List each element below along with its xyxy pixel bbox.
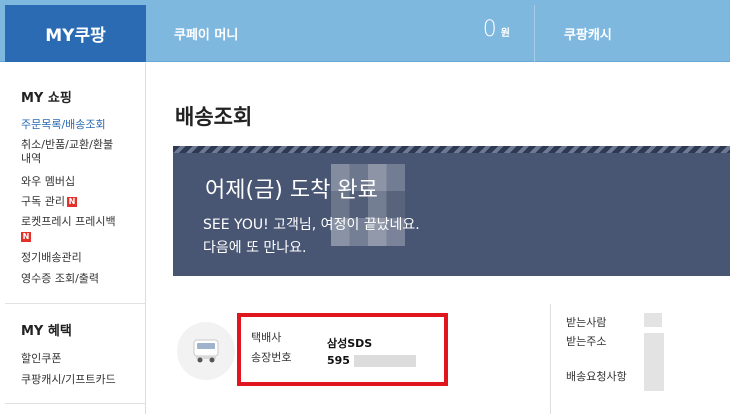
new-badge: N <box>21 232 31 242</box>
address-label: 받는주소 <box>566 335 607 348</box>
sidebar-item-wow-membership[interactable]: 와우 멤버십 <box>5 175 75 189</box>
sidebar-item-freshbag[interactable]: 로켓프레시 프레시백 <box>5 215 116 229</box>
sidebar-section-my-shopping: MY 쇼핑 <box>21 91 72 106</box>
truck-icon <box>177 322 235 380</box>
tracking-number-text: 595 <box>327 354 350 367</box>
banner-stripe <box>173 146 730 153</box>
sidebar: MY 쇼핑 주문목록/배송조회 취소/반품/교환/환불 내역 와우 멤버십 구독… <box>5 63 146 414</box>
sidebar-item-receipt[interactable]: 영수증 조회/출력 <box>5 272 99 286</box>
sidebar-item-orders[interactable]: 주문목록/배송조회 <box>5 118 106 132</box>
coupay-money-label: 쿠페이 머니 <box>174 28 239 43</box>
carrier-label: 택배사 <box>251 331 282 344</box>
coupay-money-balance: 0 원 <box>483 17 510 42</box>
page-title: 배송조회 <box>175 105 253 129</box>
receiver-label: 받는사람 <box>566 316 607 329</box>
sidebar-item-cancel-return[interactable]: 취소/반품/교환/환불 <box>5 138 113 152</box>
carrier-value: 삼성SDS <box>327 337 373 350</box>
coupay-money-section[interactable]: 쿠페이 머니 0 원 <box>146 5 535 62</box>
coupang-cash-section[interactable]: 쿠팡캐시 <box>536 5 730 62</box>
delivery-request-label: 배송요청사항 <box>566 370 627 383</box>
sidebar-item-freshbag-badge-row: N <box>5 230 31 244</box>
tracking-number-label: 송장번호 <box>251 351 292 364</box>
tracking-number-redacted <box>353 355 416 367</box>
sidebar-item-subscription-label: 구독 관리 <box>21 195 65 208</box>
address-redacted <box>644 333 664 391</box>
delivery-status-message: SEE YOU! 고객님, 여정이 끝났네요. <box>203 217 420 233</box>
sidebar-item-cancel-return-history[interactable]: 내역 <box>5 152 41 166</box>
my-coupang-logo[interactable]: MY쿠팡 <box>5 5 146 62</box>
coupang-cash-label: 쿠팡캐시 <box>564 28 612 43</box>
sidebar-divider <box>5 303 145 304</box>
sidebar-item-freshbag-label: 로켓프레시 프레시백 <box>21 215 116 228</box>
sidebar-item-cash-giftcard[interactable]: 쿠팡캐시/기프트카드 <box>5 373 116 387</box>
delivery-status-headline: 어제(금) 도착 완료 <box>205 178 378 203</box>
delivery-status-farewell: 다음에 또 만나요. <box>203 240 307 256</box>
new-badge: N <box>66 197 77 207</box>
sidebar-section-my-benefits: MY 혜택 <box>21 324 72 339</box>
sidebar-divider <box>5 403 145 404</box>
coupay-money-unit: 원 <box>500 28 510 39</box>
sidebar-item-subscription[interactable]: 구독 관리 N <box>5 195 77 209</box>
coupay-money-amount: 0 <box>482 17 497 42</box>
tracking-info-box: 택배사 삼성SDS 송장번호 595 <box>237 313 448 386</box>
info-divider <box>550 304 551 414</box>
tracking-number-value[interactable]: 595 <box>327 354 416 367</box>
sidebar-item-coupons[interactable]: 할인쿠폰 <box>5 352 61 366</box>
top-bar: MY쿠팡 쿠페이 머니 0 원 쿠팡캐시 <box>0 0 730 62</box>
delivery-status-banner: 어제(금) 도착 완료 SEE YOU! 고객님, 여정이 끝났네요. 다음에 … <box>173 146 730 276</box>
sidebar-item-regular-delivery[interactable]: 정기배송관리 <box>5 251 82 265</box>
receiver-redacted <box>644 313 662 327</box>
